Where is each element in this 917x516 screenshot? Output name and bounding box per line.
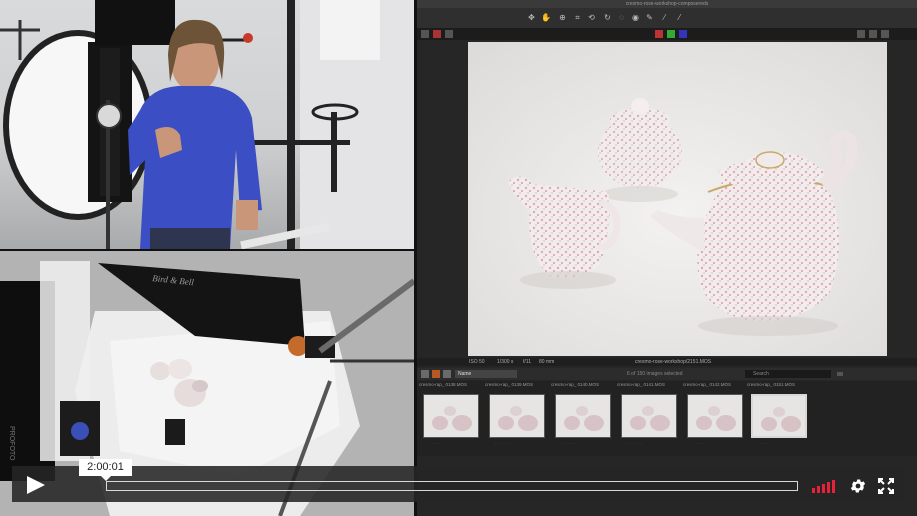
thumbnail-filename: cresmo-rap_ 0139.MOS bbox=[485, 382, 534, 387]
viewer-option-icon-3[interactable] bbox=[881, 30, 889, 38]
iso-readout: ISO 50 bbox=[469, 359, 485, 365]
grid-icon[interactable] bbox=[445, 30, 453, 38]
thumbnail-image bbox=[555, 394, 611, 438]
progress-bar[interactable] bbox=[106, 481, 798, 491]
thumbnail-filename: cresmo-rap_ 0151.MOS bbox=[747, 382, 796, 387]
fullscreen-icon[interactable] bbox=[877, 477, 895, 495]
pointer-tool-icon[interactable]: ✥ bbox=[527, 13, 536, 22]
image-viewer[interactable] bbox=[468, 42, 887, 356]
thumbnail-item-selected[interactable]: cresmo-rap_ 0151.MOS ····· bbox=[747, 381, 811, 455]
app-window-title: cresmo-rose-workshop-composereds bbox=[625, 1, 709, 7]
viewer-option-icon[interactable] bbox=[857, 30, 865, 38]
settings-gear-icon[interactable] bbox=[849, 477, 867, 495]
thumbnail-filename: cresmo-rap_ 0138.MOS bbox=[419, 382, 468, 387]
thumbnail-filename: cresmo-rap_ 0142.MOS bbox=[683, 382, 732, 387]
viewer-tabbar bbox=[417, 28, 917, 40]
sort-icon[interactable] bbox=[837, 372, 843, 376]
browser-filter-icon[interactable] bbox=[432, 370, 440, 378]
rating-dots: ····· bbox=[693, 441, 710, 446]
straighten-tool-icon[interactable]: ⟲ bbox=[587, 13, 596, 22]
rating-dots: ····· bbox=[757, 441, 774, 446]
app-titlebar: cresmo-rose-workshop-composereds bbox=[417, 0, 917, 8]
capture-app-window: cresmo-rose-workshop-composereds ✥ ✋ ⊕ ⌗… bbox=[417, 0, 917, 516]
channel-red-icon[interactable] bbox=[655, 30, 663, 38]
thumbnail-image bbox=[621, 394, 677, 438]
browser-toolbar: Name 6 of 150 images selected Search bbox=[417, 368, 917, 380]
thumbnail-item[interactable]: cresmo-rap_ 0141.MOS ····· bbox=[617, 381, 681, 455]
current-filename: cresmo-rose-workshop/2151.MOS bbox=[635, 359, 712, 365]
hand-tool-icon[interactable]: ✋ bbox=[541, 13, 551, 22]
teapot-photo bbox=[468, 42, 887, 356]
shutter-readout: 1/300 s bbox=[497, 359, 514, 365]
svg-text:PROFOTO: PROFOTO bbox=[8, 426, 15, 461]
rating-dots: ····· bbox=[561, 441, 578, 446]
thumbnail-filename: cresmo-rap_ 0141.MOS bbox=[617, 382, 666, 387]
video-frame[interactable]: Bird & Bell PROFOTO cresmo-rose-workshop… bbox=[0, 0, 917, 516]
browser-view-icon[interactable] bbox=[421, 370, 429, 378]
volume-icon[interactable] bbox=[812, 479, 840, 493]
sort-by-select[interactable]: Name bbox=[455, 370, 517, 378]
browser-grid-icon[interactable] bbox=[443, 370, 451, 378]
zoom-tool-icon[interactable]: ⊕ bbox=[558, 13, 567, 22]
presenter-video-pane bbox=[0, 0, 414, 249]
viewer-option-icon-2[interactable] bbox=[869, 30, 877, 38]
aperture-readout: f/11 bbox=[523, 359, 531, 365]
thumbnail-image bbox=[423, 394, 479, 438]
browser-search-input[interactable]: Search bbox=[745, 370, 831, 378]
eraser-tool-icon[interactable]: ⁄ bbox=[660, 13, 669, 22]
rating-dots: ····· bbox=[627, 441, 644, 446]
focal-readout: 80 mm bbox=[539, 359, 555, 365]
channel-blue-icon[interactable] bbox=[679, 30, 687, 38]
browser-sort-options bbox=[837, 370, 911, 378]
thumbnail-image bbox=[687, 394, 743, 438]
presenter-scene bbox=[0, 0, 414, 249]
crop-tool-icon[interactable]: ⌗ bbox=[573, 13, 582, 22]
rotate-tool-icon[interactable]: ↻ bbox=[603, 13, 612, 22]
picker-tool-icon[interactable]: ⁄ bbox=[675, 13, 684, 22]
play-button[interactable] bbox=[24, 476, 48, 494]
thumbnail-strip: cresmo-rap_ 0138.MOS ····· cresmo-rap_ 0… bbox=[417, 381, 917, 456]
viewer-status-bar: ISO 50 1/300 s f/11 80 mm cresmo-rose-wo… bbox=[417, 358, 917, 366]
record-icon[interactable] bbox=[433, 30, 441, 38]
time-tooltip: 2:00:01 bbox=[79, 459, 132, 481]
spot-tool-icon[interactable]: ◌ bbox=[617, 13, 626, 22]
selection-count: 6 of 150 images selected bbox=[627, 371, 683, 377]
rating-dots: ····· bbox=[495, 441, 512, 446]
play-icon bbox=[27, 476, 45, 494]
thumbnail-image bbox=[489, 394, 545, 438]
rating-dots: ····· bbox=[429, 441, 446, 446]
thumbnail-image bbox=[751, 394, 807, 438]
brush-tool-icon[interactable]: ✎ bbox=[645, 13, 654, 22]
channel-green-icon[interactable] bbox=[667, 30, 675, 38]
thumbnail-filename: cresmo-rap_ 0140.MOS bbox=[551, 382, 600, 387]
thumbnail-item[interactable]: cresmo-rap_ 0139.MOS ····· bbox=[485, 381, 549, 455]
app-toolbar: ✥ ✋ ⊕ ⌗ ⟲ ↻ ◌ ◉ ✎ ⁄ ⁄ bbox=[417, 8, 917, 28]
thumbnail-item[interactable]: cresmo-rap_ 0138.MOS ····· bbox=[419, 381, 483, 455]
mask-tool-icon[interactable]: ◉ bbox=[631, 13, 640, 22]
thumbnail-item[interactable]: cresmo-rap_ 0142.MOS ····· bbox=[683, 381, 747, 455]
viewer-mode-icon[interactable] bbox=[421, 30, 429, 38]
thumbnail-item[interactable]: cresmo-rap_ 0140.MOS ····· bbox=[551, 381, 615, 455]
